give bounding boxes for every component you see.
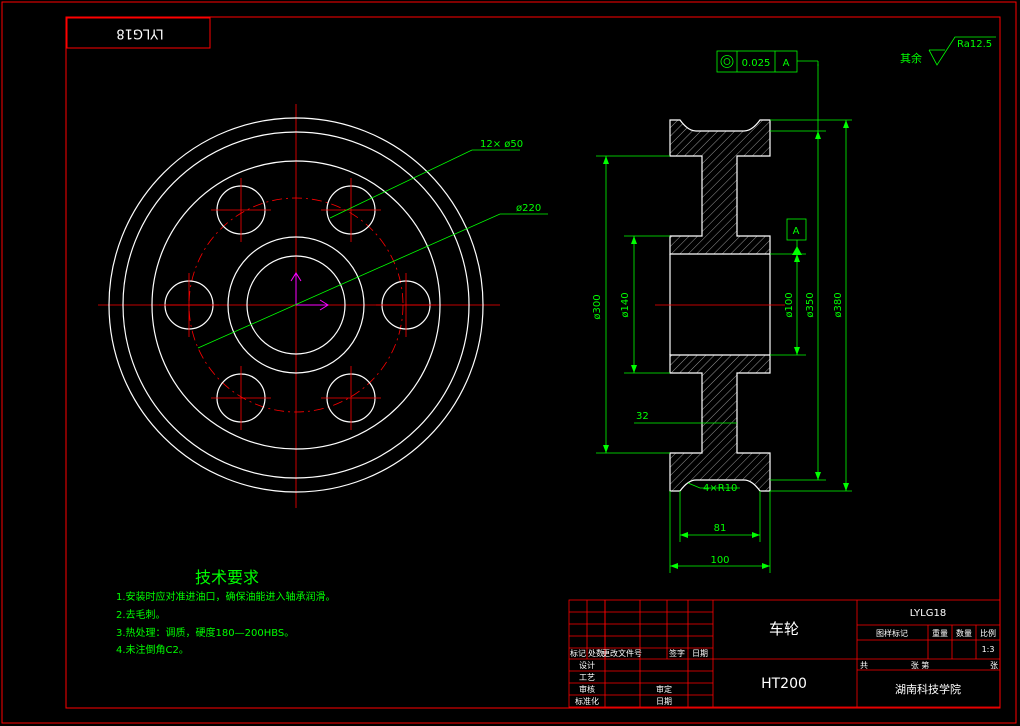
part-name: 车轮 <box>769 620 799 638</box>
header-change-doc: 更改文件号 <box>602 648 642 658</box>
tech-line: 1.安装时应对准进油口，确保油能进入轴承润滑。 <box>116 590 336 603</box>
dimension-d140: ø140 <box>620 292 631 317</box>
section-hatch-top <box>669 119 771 255</box>
dimension-web: 32 <box>636 411 649 422</box>
roughness-other-label: 其余 <box>900 51 922 65</box>
date-label: 日期 <box>656 697 672 706</box>
pcd-dimension: ø220 <box>516 203 541 214</box>
dimension-width-100: 100 <box>710 555 729 566</box>
front-view: 12× ø50 ø220 <box>98 104 548 508</box>
title-block-text: 车轮 HT200 LYLG18 图样标记 重量 数量 比例 1:3 共 张 第 … <box>570 608 998 706</box>
concentricity-icon <box>720 55 734 68</box>
sheet-suffix: 张 <box>990 661 998 670</box>
section-view: ø300 ø140 ø100 ø350 ø380 32 4×R10 81 100… <box>592 50 852 573</box>
role-standard: 标准化 <box>575 696 599 706</box>
scale-label: 比例 <box>980 628 996 638</box>
tech-title: 技术要求 <box>195 568 259 587</box>
roughness-symbol: 其余 Ra12.5 <box>900 36 996 66</box>
dimension-d350: ø350 <box>805 292 816 317</box>
material: HT200 <box>761 676 807 692</box>
tolerance-frame: 0.025 A <box>716 50 819 73</box>
sheet-label: 张 第 <box>911 660 930 670</box>
role-process: 工艺 <box>579 673 595 682</box>
dimension-d100: ø100 <box>784 292 795 317</box>
rotated-code-box: LYLG18 <box>66 17 211 49</box>
school-name: 湖南科技学院 <box>895 682 961 696</box>
header-sign: 签字 <box>669 648 685 658</box>
tech-line: 4.未注倒角C2。 <box>116 643 189 656</box>
scale-value: 1:3 <box>982 645 995 654</box>
drawing-code: LYLG18 <box>910 608 946 619</box>
datum-label: A <box>793 226 800 237</box>
datum-symbol: A <box>786 218 807 255</box>
tech-line: 3.热处理：调质，硬度180—200HBS。 <box>116 626 294 639</box>
roughness-value: Ra12.5 <box>957 39 992 50</box>
qty-label: 数量 <box>956 628 972 638</box>
dimension-d380: ø380 <box>833 292 844 317</box>
header-mark: 标记 <box>570 648 586 658</box>
dimension-width-81: 81 <box>714 523 727 534</box>
header-date: 日期 <box>692 649 708 658</box>
dimension-fillet: 4×R10 <box>703 483 737 494</box>
dimension-d300: ø300 <box>592 294 603 319</box>
role-review: 审核 <box>579 684 595 694</box>
tech-line: 2.去毛刺。 <box>116 609 166 621</box>
tolerance-datum: A <box>783 58 790 69</box>
tolerance-value: 0.025 <box>742 58 771 69</box>
engineering-drawing: LYLG18 12× ø50 ø220 ø300 ø140 ø100 ø350 … <box>1 1 1017 724</box>
role-design: 设计 <box>579 660 595 670</box>
front-leaders <box>197 149 548 349</box>
rotated-code-text: LYLG18 <box>116 26 163 41</box>
technical-requirements: 技术要求 1.安装时应对准进油口，确保油能进入轴承润滑。 2.去毛刺。 3.热处… <box>116 568 336 656</box>
sheet-total-label: 共 <box>860 661 868 670</box>
approve-label: 审定 <box>656 684 672 694</box>
holes-dimension: 12× ø50 <box>480 139 523 150</box>
weight-label: 重量 <box>932 628 948 638</box>
mark-label: 图样标记 <box>876 628 908 638</box>
